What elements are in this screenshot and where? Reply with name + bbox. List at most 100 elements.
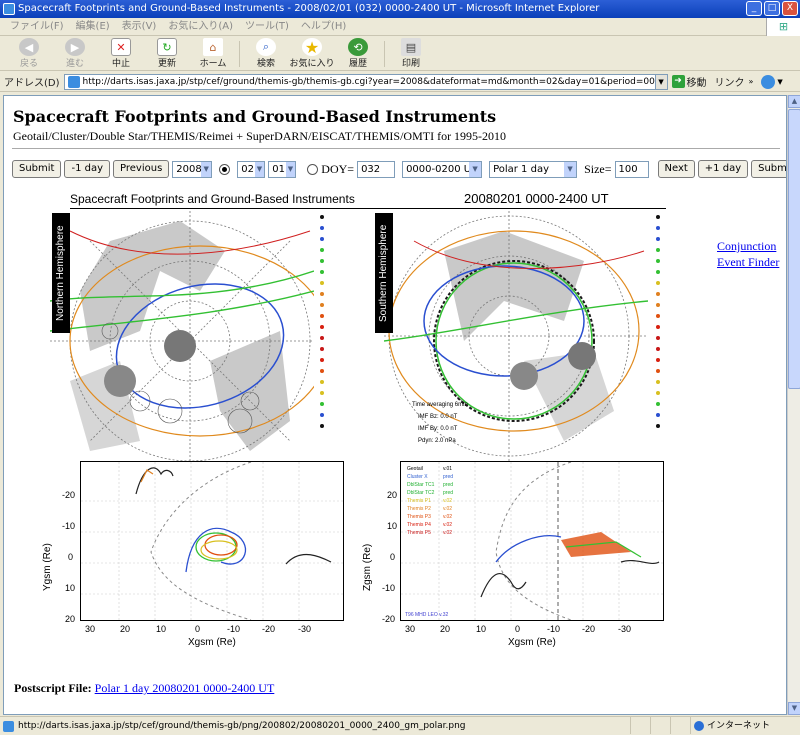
- address-dropdown-button[interactable]: ▼: [655, 73, 668, 90]
- print-button[interactable]: ▤ 印刷: [388, 38, 434, 70]
- next-button[interactable]: Next: [657, 160, 695, 178]
- legend-ver-p4: v.02: [443, 522, 452, 528]
- chevron-down-icon[interactable]: ▼: [777, 78, 782, 86]
- ie-icon: [3, 3, 15, 15]
- back-button[interactable]: ◀ 戻る: [6, 38, 52, 70]
- status-cell: [650, 717, 670, 734]
- search-button[interactable]: ⌕ 検索: [243, 38, 289, 70]
- doy-label: DOY=: [321, 161, 355, 176]
- go-button[interactable]: ➜ 移動: [671, 74, 707, 89]
- divider: [12, 148, 780, 149]
- scroll-up-icon[interactable]: ▲: [788, 95, 800, 108]
- favorites-button[interactable]: ★ お気に入り: [289, 38, 335, 70]
- legend-ver-p5: v.02: [443, 530, 452, 536]
- status-url: http://darts.isas.jaxa.jp/stp/cef/ground…: [0, 717, 630, 734]
- links-chevron-icon[interactable]: »: [749, 77, 754, 86]
- footprint-plot: Spacecraft Footprints and Ground-Based I…: [42, 191, 676, 669]
- legend-ver-cluster: pred: [443, 474, 453, 480]
- xz-xtick: 30: [405, 624, 416, 634]
- date-format-radio[interactable]: [219, 163, 231, 175]
- page-icon: [67, 75, 80, 88]
- postscript-colon: :: [87, 681, 95, 695]
- figure-date: 20080201 0000-2400 UT: [464, 191, 609, 206]
- south-polar-map: Time averaging 6min IMF Bz: 0.0 nT IMF B…: [384, 211, 648, 461]
- menu-edit[interactable]: 編集(E): [70, 18, 116, 35]
- period-select[interactable]: 0000-0200 UT▼: [402, 160, 483, 178]
- vertical-scrollbar[interactable]: ▲ ▼: [787, 95, 800, 715]
- previous-button[interactable]: Previous: [113, 160, 170, 178]
- page-title: Spacecraft Footprints and Ground-Based I…: [13, 107, 497, 126]
- xy-orbit-svg: [81, 462, 343, 620]
- back-arrow-icon: ◀: [19, 38, 39, 56]
- year-select[interactable]: 2008 ▼: [172, 160, 213, 178]
- page-subtitle: Geotail/Cluster/Double Star/THEMIS/Reime…: [13, 129, 507, 143]
- conjunction-link[interactable]: Conjunction: [717, 239, 776, 254]
- day-select[interactable]: 01 ▼: [268, 160, 297, 178]
- status-cell: [630, 717, 650, 734]
- scroll-down-icon[interactable]: ▼: [788, 702, 800, 715]
- xz-ytick: -20: [382, 614, 396, 624]
- search-icon: ⌕: [256, 38, 276, 56]
- toolbar-separator: [239, 40, 240, 67]
- home-button[interactable]: ⌂ ホーム: [190, 38, 236, 70]
- toolbar: ◀ 戻る ▶ 進む ✕ 中止 ↻ 更新 ⌂ ホーム ⌕ 検索 ★ お気に入り ⟲: [0, 37, 800, 71]
- legend-tc2: DblStar TC2: [407, 490, 435, 496]
- status-cell: [670, 717, 690, 734]
- legend-p2: Themis P2: [407, 506, 431, 512]
- minimize-button[interactable]: _: [746, 1, 762, 16]
- size-label: Size=: [584, 161, 612, 176]
- title-bar: Spacecraft Footprints and Ground-Based I…: [0, 0, 800, 18]
- links-button[interactable]: リンク: [715, 74, 745, 89]
- postscript-link[interactable]: Polar 1 day 20080201 0000-2400 UT: [95, 681, 275, 695]
- security-zone: インターネット: [690, 717, 800, 734]
- address-input[interactable]: http://darts.isas.jaxa.jp/stp/cef/ground…: [63, 73, 656, 90]
- menu-help[interactable]: ヘルプ(H): [295, 18, 352, 35]
- menu-view[interactable]: 表示(V): [116, 18, 163, 35]
- history-button[interactable]: ⟲ 履歴: [335, 38, 381, 70]
- plottype-select[interactable]: Polar 1 day ▼: [489, 160, 578, 178]
- figure-rule: [70, 208, 666, 209]
- star-icon: ★: [302, 38, 322, 57]
- menu-tools[interactable]: ツール(T): [239, 18, 295, 35]
- minus-day-button[interactable]: -1 day: [64, 160, 111, 178]
- legend-ver-p3: v.02: [443, 514, 452, 520]
- month-select[interactable]: 02 ▼: [237, 160, 266, 178]
- refresh-button[interactable]: ↻ 更新: [144, 38, 190, 70]
- xy-xtick: -30: [298, 624, 312, 634]
- size-input[interactable]: 100: [614, 160, 649, 178]
- legend-p5: Themis P5: [407, 530, 431, 536]
- figure-title: Spacecraft Footprints and Ground-Based I…: [70, 192, 355, 206]
- xy-ytick: 20: [65, 614, 76, 624]
- event-finder-link[interactable]: Event Finder: [717, 255, 779, 270]
- ie-tools-icon[interactable]: [761, 74, 776, 89]
- menu-favorites[interactable]: お気に入り(A): [162, 18, 239, 35]
- chevron-down-icon: ▼: [201, 161, 212, 177]
- xy-xlabel: Xgsm (Re): [188, 637, 236, 648]
- imf-line-0: Time averaging 6min: [412, 402, 468, 408]
- history-icon: ⟲: [348, 38, 368, 56]
- south-hemisphere-label: Southern Hemisphere: [375, 213, 393, 333]
- south-legend-dots: [656, 215, 660, 428]
- doy-radio[interactable]: [307, 163, 319, 175]
- forward-button[interactable]: ▶ 進む: [52, 38, 98, 70]
- scroll-thumb[interactable]: [788, 109, 800, 389]
- query-form: Submit -1 day Previous 2008 ▼ 02 ▼ 01 ▼ DOY…: [12, 159, 786, 179]
- maximize-button[interactable]: □: [764, 1, 780, 16]
- xz-ytick: 20: [387, 490, 398, 500]
- xy-orbit-plot: [80, 461, 344, 621]
- xz-ytick: 10: [387, 521, 398, 531]
- xy-xtick: 20: [120, 624, 131, 634]
- postscript-label: Postscript File: [14, 681, 88, 695]
- xy-xtick: 30: [85, 624, 96, 634]
- close-button[interactable]: X: [782, 1, 798, 16]
- legend-geotail: Geotail: [407, 466, 423, 472]
- submit-button-2[interactable]: Submit: [751, 160, 786, 178]
- submit-button[interactable]: Submit: [12, 160, 62, 178]
- menu-file[interactable]: ファイル(F): [4, 18, 70, 35]
- plus-day-button[interactable]: +1 day: [697, 160, 749, 178]
- xy-ytick: -20: [62, 490, 76, 500]
- stop-button[interactable]: ✕ 中止: [98, 38, 144, 70]
- windows-logo-icon: ⊞: [766, 18, 800, 36]
- legend-p3: Themis P3: [407, 514, 431, 520]
- doy-input[interactable]: 032: [357, 160, 396, 178]
